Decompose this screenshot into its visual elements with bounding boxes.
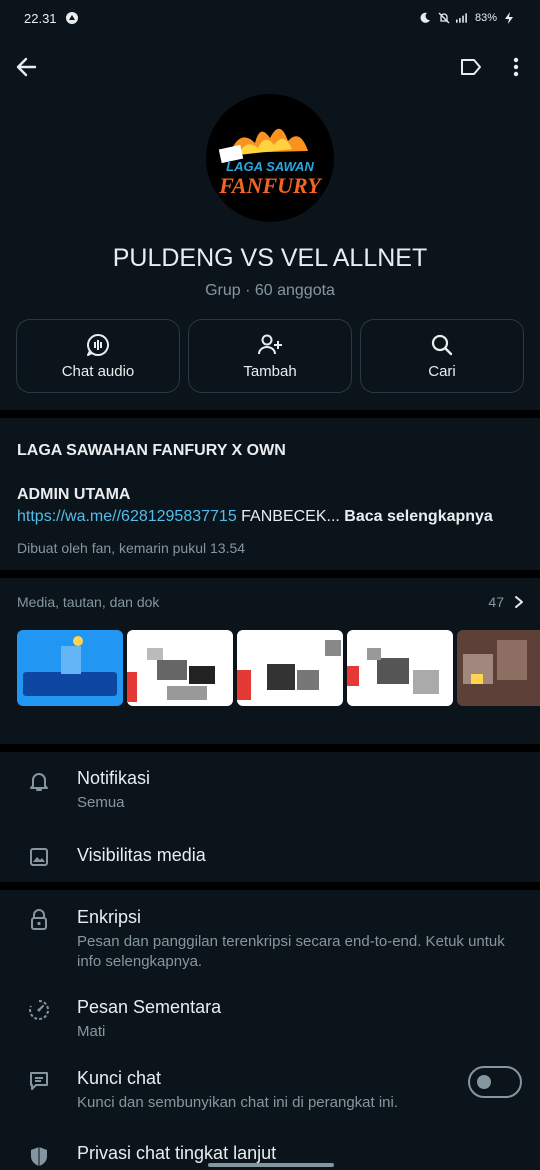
- notifications-setting[interactable]: Notifikasi Semua: [0, 768, 540, 813]
- media-thumbnail[interactable]: [347, 630, 453, 706]
- app-notification-icon: [65, 11, 79, 25]
- home-indicator[interactable]: [208, 1163, 334, 1167]
- read-more-link[interactable]: Baca selengkapnya: [340, 508, 493, 525]
- section-divider: [0, 744, 540, 752]
- add-member-label: Tambah: [243, 362, 297, 380]
- media-thumbnail[interactable]: [237, 630, 343, 706]
- group-member-count: Grup · 60 anggota: [205, 282, 335, 299]
- advanced-privacy-title: Privasi chat tingkat lanjut: [77, 1143, 277, 1163]
- more-options-button[interactable]: [496, 47, 536, 87]
- status-time: 22.31: [24, 10, 57, 26]
- mute-icon: [437, 11, 451, 25]
- add-member-button[interactable]: Tambah: [188, 319, 352, 393]
- section-divider: [0, 882, 540, 890]
- moon-icon: [418, 11, 432, 25]
- arrow-left-icon: [16, 57, 37, 77]
- media-header[interactable]: Media, tautan, dan dok 47: [17, 594, 524, 610]
- media-thumbnail[interactable]: [17, 630, 123, 706]
- label-icon: [461, 59, 481, 75]
- search-icon: [431, 334, 453, 355]
- created-by: Dibuat oleh fan, kemarin pukul 13.54: [17, 540, 246, 556]
- audio-chat-icon: [87, 333, 109, 356]
- group-logo: LAGA SAWAN FANFURY: [218, 128, 323, 198]
- description-body: FANBECEK...: [236, 508, 340, 525]
- more-vertical-icon: [513, 57, 519, 77]
- media-thumbnail[interactable]: [127, 630, 233, 706]
- battery-percent: 83%: [474, 12, 497, 24]
- disappearing-messages-value: Mati: [77, 1023, 106, 1040]
- notifications-title: Notifikasi: [77, 768, 151, 788]
- search-label: Cari: [428, 362, 456, 380]
- media-visibility-title: Visibilitas media: [77, 845, 206, 865]
- status-bar: 22.31 83%: [0, 0, 540, 36]
- image-icon: [29, 848, 48, 866]
- description-admin: ADMIN UTAMA: [17, 486, 131, 503]
- audio-chat-button[interactable]: Chat audio: [16, 319, 180, 393]
- media-thumbnails: [17, 630, 540, 706]
- description-title: LAGA SAWAHAN FANFURY X OWN: [17, 442, 286, 459]
- media-count: 47: [488, 594, 504, 610]
- signal-icon: [455, 11, 470, 25]
- section-divider: [0, 570, 540, 578]
- chat-lock-toggle[interactable]: [468, 1066, 522, 1098]
- audio-chat-label: Chat audio: [61, 362, 135, 380]
- action-buttons: Chat audio Tambah Cari: [16, 319, 524, 393]
- shield-icon: [30, 1147, 47, 1166]
- media-visibility-setting[interactable]: Visibilitas media: [0, 845, 540, 867]
- encryption-description: Pesan dan panggilan terenkripsi secara e…: [77, 933, 505, 970]
- group-name: PULDENG VS VEL ALLNET: [112, 244, 428, 272]
- charging-icon: [502, 11, 516, 25]
- timer-icon: [28, 999, 49, 1020]
- group-description[interactable]: LAGA SAWAHAN FANFURY X OWN ADMIN UTAMA h…: [0, 418, 540, 570]
- notifications-value: Semua: [77, 794, 125, 811]
- description-link[interactable]: https://wa.me//6281295837715: [17, 508, 237, 525]
- chat-lock-title: Kunci chat: [77, 1068, 162, 1088]
- disappearing-messages-setting[interactable]: Pesan Sementara Mati: [0, 997, 540, 1042]
- section-divider: [0, 410, 540, 418]
- svg-text:FANFURY: FANFURY: [218, 173, 323, 198]
- bell-icon: [29, 773, 48, 791]
- back-button[interactable]: [6, 47, 46, 87]
- chat-lock-icon: [29, 1072, 48, 1090]
- description-text: https://wa.me//6281295837715 FANBECEK...…: [17, 508, 523, 526]
- encryption-setting[interactable]: Enkripsi Pesan dan panggilan terenkripsi…: [0, 907, 540, 972]
- lock-icon: [30, 909, 47, 930]
- label-button[interactable]: [451, 47, 491, 87]
- chat-lock-description: Kunci dan sembunyikan chat ini di perang…: [77, 1094, 399, 1111]
- group-avatar[interactable]: LAGA SAWAN FANFURY: [206, 94, 334, 222]
- media-thumbnail[interactable]: [457, 630, 540, 706]
- search-button[interactable]: Cari: [360, 319, 524, 393]
- media-count-wrap: 47: [488, 594, 524, 610]
- disappearing-messages-title: Pesan Sementara: [77, 997, 222, 1017]
- svg-text:LAGA SAWAN: LAGA SAWAN: [226, 159, 314, 174]
- chat-lock-setting[interactable]: Kunci chat Kunci dan sembunyikan chat in…: [0, 1068, 540, 1113]
- encryption-title: Enkripsi: [77, 907, 142, 927]
- toggle-knob: [477, 1075, 491, 1089]
- chevron-right-icon: [515, 596, 523, 608]
- add-person-icon: [258, 334, 282, 354]
- media-title: Media, tautan, dan dok: [17, 594, 160, 610]
- top-bar: [0, 42, 540, 94]
